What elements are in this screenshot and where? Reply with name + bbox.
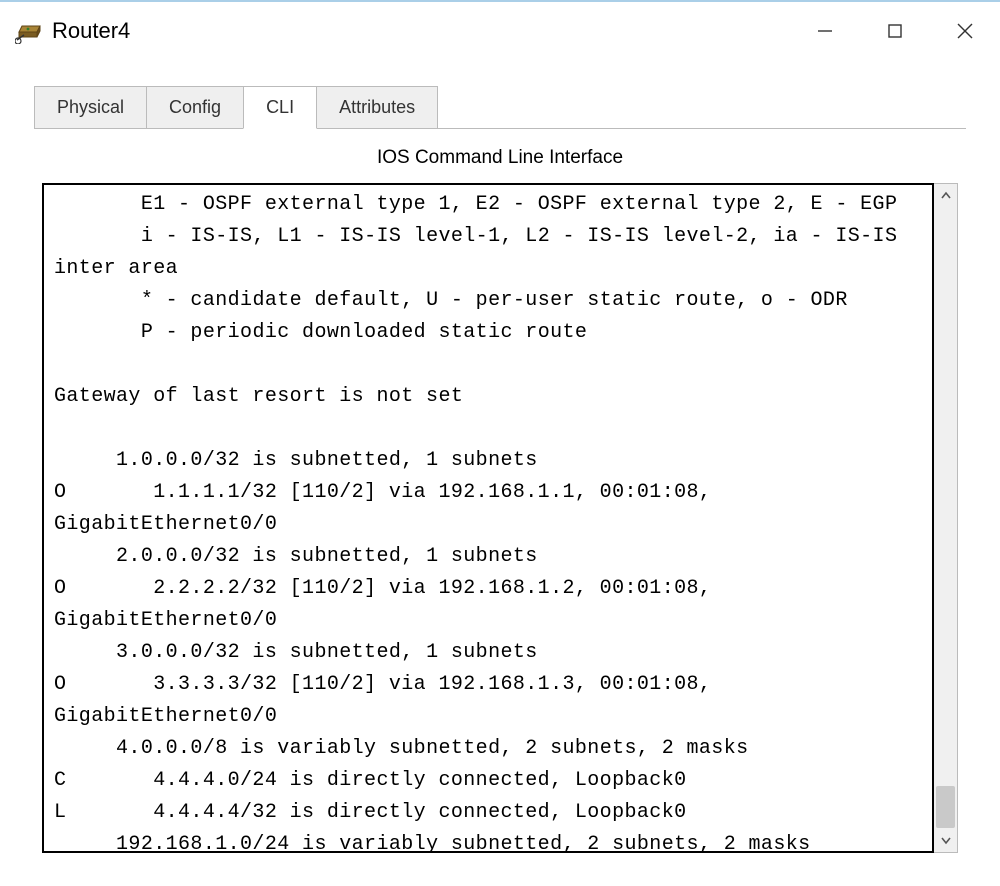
cli-scrollbar[interactable]	[934, 183, 958, 853]
window-controls	[790, 2, 1000, 60]
cli-panel: IOS Command Line Interface E1 - OSPF ext…	[34, 128, 966, 853]
tab-attributes[interactable]: Attributes	[316, 86, 438, 129]
scroll-track[interactable]	[934, 208, 957, 828]
scroll-up-arrow[interactable]	[934, 184, 957, 208]
close-button[interactable]	[930, 2, 1000, 60]
panel-title: IOS Command Line Interface	[34, 129, 966, 183]
tab-bar: Physical Config CLI Attributes	[34, 86, 966, 129]
cli-output: E1 - OSPF external type 1, E2 - OSPF ext…	[54, 189, 922, 853]
cli-container: E1 - OSPF external type 1, E2 - OSPF ext…	[42, 183, 958, 853]
tab-config[interactable]: Config	[146, 86, 244, 129]
content-area: Physical Config CLI Attributes IOS Comma…	[0, 60, 1000, 853]
cli-terminal[interactable]: E1 - OSPF external type 1, E2 - OSPF ext…	[42, 183, 934, 853]
scroll-thumb[interactable]	[936, 786, 955, 828]
tab-cli[interactable]: CLI	[243, 86, 317, 129]
router-icon	[14, 17, 42, 45]
scroll-down-arrow[interactable]	[934, 828, 957, 852]
minimize-button[interactable]	[790, 2, 860, 60]
tab-physical[interactable]: Physical	[34, 86, 147, 129]
window-title: Router4	[52, 18, 130, 44]
router-config-window: Router4 Physical Config CLI Attributes	[0, 0, 1000, 886]
titlebar: Router4	[0, 2, 1000, 60]
maximize-button[interactable]	[860, 2, 930, 60]
